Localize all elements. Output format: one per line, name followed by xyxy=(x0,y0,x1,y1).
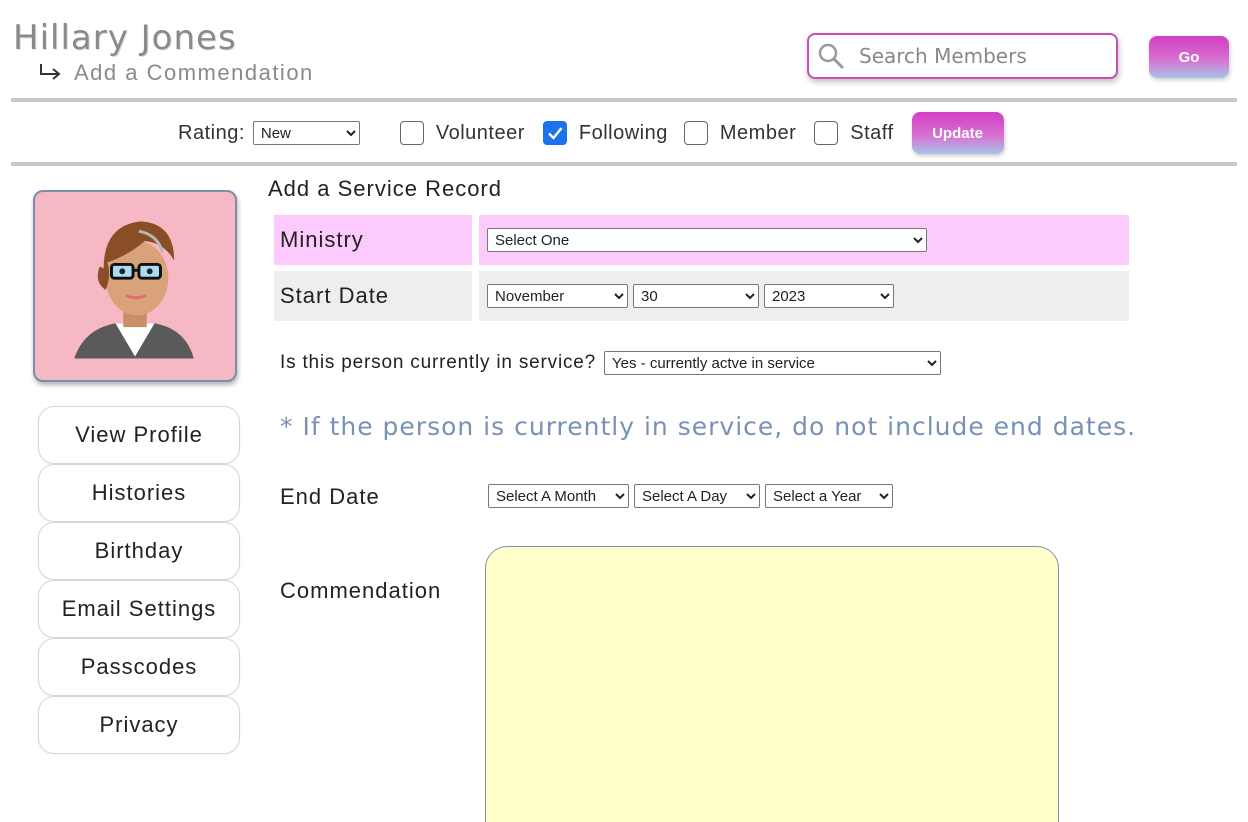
end-date-label: End Date xyxy=(280,484,380,509)
in-service-select[interactable]: Yes - currently actve in service xyxy=(604,351,942,375)
filter-divider xyxy=(11,162,1237,166)
checkbox-box[interactable] xyxy=(814,121,839,145)
checkbox-label: Member xyxy=(719,121,797,144)
start-date-label: Start Date xyxy=(274,271,472,321)
rating-label: Rating: xyxy=(178,121,245,144)
sidebar-item-birthday[interactable]: Birthday xyxy=(38,522,240,580)
in-service-row: Is this person currently in service? Yes… xyxy=(280,351,942,375)
start-day-select[interactable]: 30 xyxy=(633,284,759,308)
following-checkbox[interactable]: Following xyxy=(542,121,668,145)
end-date-note: * If the person is currently in service,… xyxy=(280,412,1137,441)
return-arrow-icon xyxy=(40,64,61,80)
update-button[interactable]: Update xyxy=(911,112,1004,154)
sidebar-item-view-profile[interactable]: View Profile xyxy=(38,406,240,464)
sidebar-item-privacy[interactable]: Privacy xyxy=(38,696,240,754)
start-date-row: Start Date November 30 2023 xyxy=(274,271,1129,321)
ministry-label: Ministry xyxy=(274,215,472,265)
subtitle-text: Add a Commendation xyxy=(74,60,314,85)
page-subtitle: Add a Commendation xyxy=(38,60,314,86)
staff-checkbox[interactable]: Staff xyxy=(814,121,893,145)
avatar xyxy=(33,190,237,382)
checkbox-label: Following xyxy=(578,121,668,144)
sidebar-item-passcodes[interactable]: Passcodes xyxy=(38,638,240,696)
checkbox-label: Volunteer xyxy=(435,121,525,144)
checkbox-box[interactable] xyxy=(542,121,567,145)
header-divider xyxy=(11,98,1237,102)
start-date-field-cell: November 30 2023 xyxy=(479,271,1129,321)
search-box[interactable] xyxy=(807,33,1118,79)
in-service-question: Is this person currently in service? xyxy=(280,352,597,373)
member-name: Hillary Jones xyxy=(13,18,237,58)
commendation-textarea[interactable] xyxy=(485,546,1059,822)
checkbox-label: Staff xyxy=(850,121,894,144)
end-date-selects: Select A Month Select A Day Select a Yea… xyxy=(488,484,893,508)
filter-row: Rating: New Volunteer Following Member S… xyxy=(178,110,1004,156)
start-month-select[interactable]: November xyxy=(487,284,628,308)
commendation-label: Commendation xyxy=(280,578,442,603)
search-icon xyxy=(818,43,844,69)
checkbox-box[interactable] xyxy=(683,121,708,145)
checkbox-box[interactable] xyxy=(399,121,424,145)
sidebar-item-histories[interactable]: Histories xyxy=(38,464,240,522)
woman-avatar-icon xyxy=(74,221,194,359)
end-month-select[interactable]: Select A Month xyxy=(488,484,629,508)
start-year-select[interactable]: 2023 xyxy=(764,284,894,308)
form-title: Add a Service Record xyxy=(268,176,502,201)
end-year-select[interactable]: Select a Year xyxy=(765,484,893,508)
volunteer-checkbox[interactable]: Volunteer xyxy=(399,121,525,145)
checkmark-icon xyxy=(548,127,563,140)
search-input[interactable] xyxy=(859,44,1099,68)
rating-select[interactable]: New xyxy=(252,121,360,145)
member-checkbox[interactable]: Member xyxy=(683,121,797,145)
end-day-select[interactable]: Select A Day xyxy=(634,484,760,508)
ministry-select[interactable]: Select One xyxy=(487,228,927,252)
ministry-field-cell: Select One xyxy=(479,215,1129,265)
side-nav: View Profile Histories Birthday Email Se… xyxy=(38,406,240,754)
ministry-row: Ministry Select One xyxy=(274,215,1129,265)
go-button[interactable]: Go xyxy=(1149,36,1229,78)
sidebar-item-email-settings[interactable]: Email Settings xyxy=(38,580,240,638)
